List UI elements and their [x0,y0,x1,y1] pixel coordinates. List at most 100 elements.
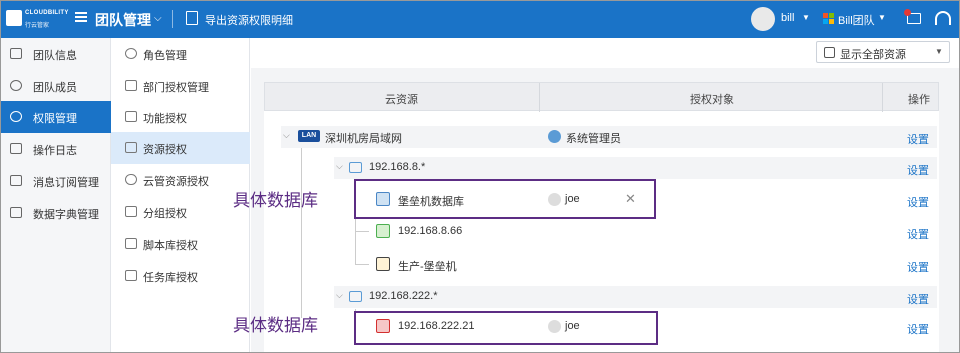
resource-name: 生产-堡垒机 [398,261,457,273]
info-icon [10,48,22,59]
members-icon [10,80,22,91]
primary-sidebar: 团队信息 团队成员 权限管理 操作日志 消息订阅管理 数据字典管理 [0,38,111,353]
avatar[interactable] [751,7,775,31]
sidebar-item-cloud-resource-auth[interactable]: 云管资源授权 [111,164,250,196]
network-segment-icon [349,291,362,302]
admin-group-icon [548,130,561,143]
collapse-caret-icon[interactable]: ⌵ [283,130,290,141]
annotation-label: 具体数据库 [233,191,318,211]
network-segment-icon [349,162,362,173]
settings-link[interactable]: 设置 [907,131,929,147]
sidebar-item-data-dictionary[interactable]: 数据字典管理 [0,197,111,229]
dictionary-icon [10,207,22,218]
folder-icon [125,206,137,217]
script-icon [125,238,137,249]
column-header-resource: 云资源 [385,94,418,106]
top-bar: CLOUDBILITY 行云管家 团队管理 ⌵ 导出资源权限明细 bill ▼ … [0,0,960,38]
resource-filter-select[interactable]: 显示全部资源 ▼ [816,41,950,63]
table-row: 192.168.8.66 [370,221,937,243]
annotation-label: 具体数据库 [233,316,318,336]
table-row: ⌵ LAN 深圳机房局域网 系统管理员 [281,126,937,148]
sidebar-item-label: 功能授权 [143,113,187,125]
lan-icon: LAN [298,130,320,142]
sidebar-item-team-members[interactable]: 团队成员 [0,70,111,102]
task-icon [125,270,137,281]
log-icon [10,143,22,154]
tree-line [301,148,302,318]
logo-subtext: 行云管家 [25,23,50,29]
divider [539,83,540,112]
logo-mark [6,10,22,26]
settings-link[interactable]: 设置 [907,162,929,178]
chevron-down-icon[interactable]: ▼ [802,13,810,22]
table-row: 生产-堡垒机 [370,254,937,276]
sidebar-item-group-auth[interactable]: 分组授权 [111,196,250,228]
sidebar-item-department-auth[interactable]: 部门授权管理 [111,70,250,102]
settings-link[interactable]: 设置 [907,194,929,210]
settings-link[interactable]: 设置 [907,321,929,337]
resource-name: 192.168.8.66 [398,225,463,237]
column-header-action: 操作 [908,94,930,106]
settings-link[interactable]: 设置 [907,226,929,242]
collapse-caret-icon[interactable]: ⌵ [336,290,343,301]
sidebar-item-label: 角色管理 [143,50,187,62]
settings-link[interactable]: 设置 [907,259,929,275]
chevron-down-icon[interactable]: ⌵ [154,13,162,24]
permission-icon [10,111,22,122]
column-header-grantee: 授权对象 [690,94,734,106]
team-switcher[interactable]: Bill团队 [838,12,875,28]
server-database-icon [376,224,390,238]
sidebar-item-label: 消息订阅管理 [33,177,99,189]
table-row: ⌵ 192.168.8.* [334,157,937,179]
sidebar-item-label: 团队信息 [33,50,77,62]
resource-name: 192.168.222.* [369,290,438,302]
collapse-caret-icon[interactable]: ⌵ [336,161,343,172]
sidebar-item-label: 部门授权管理 [143,82,209,94]
linux-server-icon [376,257,390,271]
app-title[interactable]: 团队管理 [95,10,151,30]
logo: CLOUDBILITY 行云管家 [6,8,68,30]
tree-line [355,231,369,232]
grantee-name: 系统管理员 [566,133,621,145]
sidebar-item-permissions[interactable]: 权限管理 [0,101,111,133]
menu-icon[interactable] [75,12,87,22]
filter-icon [824,47,835,58]
sidebar-item-function-auth[interactable]: 功能授权 [111,101,250,133]
table-row: ⌵ 192.168.222.* [334,286,937,308]
sidebar-item-team-info[interactable]: 团队信息 [0,38,111,70]
chevron-down-icon[interactable]: ▼ [878,13,886,22]
user-name[interactable]: bill [781,12,794,24]
settings-link[interactable]: 设置 [907,291,929,307]
sidebar-item-label: 团队成员 [33,82,77,94]
secondary-sidebar: 角色管理 部门授权管理 功能授权 资源授权 云管资源授权 分组授权 脚本库授权 … [111,38,250,353]
tree-line [355,264,369,265]
filter-value: 显示全部资源 [840,49,906,61]
monitor-icon [125,142,137,153]
divider [882,83,883,112]
chevron-down-icon: ▼ [935,47,943,56]
role-icon [125,48,137,59]
divider [172,10,173,28]
sidebar-item-label: 任务库授权 [143,272,198,284]
export-icon[interactable] [186,11,198,25]
sidebar-item-operation-log[interactable]: 操作日志 [0,133,111,165]
resource-name: 192.168.8.* [369,161,426,173]
headset-icon[interactable] [935,11,951,25]
notification-dot [904,9,911,16]
cloud-icon [125,174,137,185]
sidebar-item-label: 操作日志 [33,145,77,157]
sidebar-item-resource-auth[interactable]: 资源授权 [111,132,250,164]
sidebar-item-task-auth[interactable]: 任务库授权 [111,260,250,292]
resource-name: 深圳机房局域网 [325,133,402,145]
mail-icon [10,175,22,186]
team-icon [823,13,834,24]
sidebar-item-role-management[interactable]: 角色管理 [111,38,250,70]
sidebar-item-message-subscription[interactable]: 消息订阅管理 [0,165,111,197]
sidebar-item-script-auth[interactable]: 脚本库授权 [111,228,250,260]
sidebar-item-label: 数据字典管理 [33,209,99,221]
sidebar-item-label: 脚本库授权 [143,240,198,252]
table-header: 云资源 授权对象 操作 [264,82,939,112]
annotation-box [354,179,656,219]
sidebar-item-label: 权限管理 [33,113,77,125]
export-button[interactable]: 导出资源权限明细 [205,12,293,28]
